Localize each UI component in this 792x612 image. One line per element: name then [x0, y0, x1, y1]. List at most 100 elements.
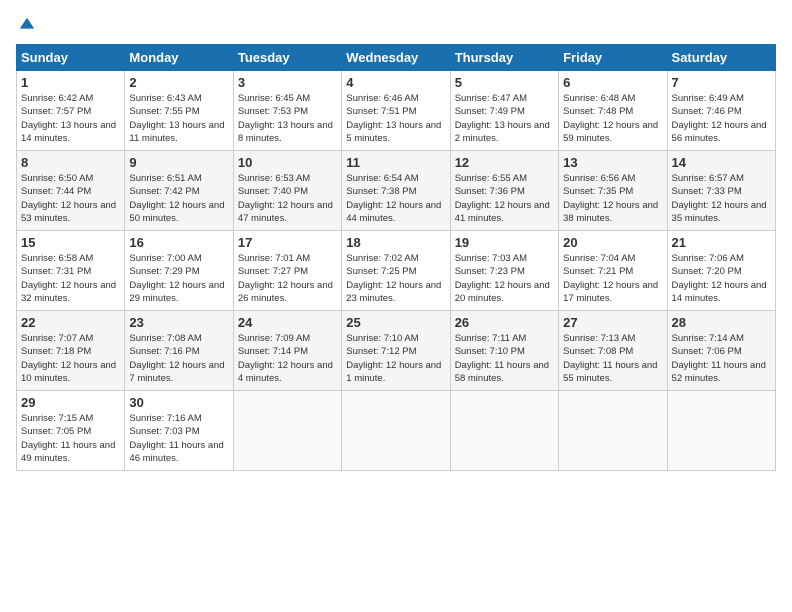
day-cell-8: 8 Sunrise: 6:50 AM Sunset: 7:44 PM Dayli… [17, 151, 125, 231]
daylight: Daylight: 12 hours and 1 minute. [346, 360, 441, 384]
day-header-friday: Friday [559, 45, 667, 71]
day-info: Sunrise: 7:10 AM Sunset: 7:12 PM Dayligh… [346, 332, 445, 385]
sunrise: Sunrise: 6:48 AM [563, 93, 635, 104]
page-header [16, 16, 776, 34]
empty-cell [233, 391, 341, 471]
sunrise: Sunrise: 7:03 AM [455, 253, 527, 264]
sunrise: Sunrise: 6:45 AM [238, 93, 310, 104]
day-number: 4 [346, 75, 445, 90]
sunrise: Sunrise: 7:06 AM [672, 253, 744, 264]
day-cell-16: 16 Sunrise: 7:00 AM Sunset: 7:29 PM Dayl… [125, 231, 233, 311]
daylight: Daylight: 12 hours and 44 minutes. [346, 200, 441, 224]
day-info: Sunrise: 6:57 AM Sunset: 7:33 PM Dayligh… [672, 172, 771, 225]
day-info: Sunrise: 6:43 AM Sunset: 7:55 PM Dayligh… [129, 92, 228, 145]
calendar-header: SundayMondayTuesdayWednesdayThursdayFrid… [17, 45, 776, 71]
day-number: 17 [238, 235, 337, 250]
daylight: Daylight: 12 hours and 50 minutes. [129, 200, 224, 224]
day-number: 10 [238, 155, 337, 170]
day-cell-28: 28 Sunrise: 7:14 AM Sunset: 7:06 PM Dayl… [667, 311, 775, 391]
day-cell-15: 15 Sunrise: 6:58 AM Sunset: 7:31 PM Dayl… [17, 231, 125, 311]
sunrise: Sunrise: 6:54 AM [346, 173, 418, 184]
sunrise: Sunrise: 7:07 AM [21, 333, 93, 344]
sunrise: Sunrise: 6:46 AM [346, 93, 418, 104]
day-info: Sunrise: 7:14 AM Sunset: 7:06 PM Dayligh… [672, 332, 771, 385]
day-number: 3 [238, 75, 337, 90]
sunrise: Sunrise: 6:56 AM [563, 173, 635, 184]
day-info: Sunrise: 6:50 AM Sunset: 7:44 PM Dayligh… [21, 172, 120, 225]
day-cell-12: 12 Sunrise: 6:55 AM Sunset: 7:36 PM Dayl… [450, 151, 558, 231]
sunset: Sunset: 7:48 PM [563, 106, 633, 117]
day-info: Sunrise: 6:48 AM Sunset: 7:48 PM Dayligh… [563, 92, 662, 145]
day-info: Sunrise: 6:53 AM Sunset: 7:40 PM Dayligh… [238, 172, 337, 225]
day-cell-3: 3 Sunrise: 6:45 AM Sunset: 7:53 PM Dayli… [233, 71, 341, 151]
sunrise: Sunrise: 7:14 AM [672, 333, 744, 344]
day-cell-4: 4 Sunrise: 6:46 AM Sunset: 7:51 PM Dayli… [342, 71, 450, 151]
sunset: Sunset: 7:18 PM [21, 346, 91, 357]
sunset: Sunset: 7:03 PM [129, 426, 199, 437]
daylight: Daylight: 12 hours and 20 minutes. [455, 280, 550, 304]
day-header-tuesday: Tuesday [233, 45, 341, 71]
sunrise: Sunrise: 7:10 AM [346, 333, 418, 344]
day-number: 19 [455, 235, 554, 250]
daylight: Daylight: 11 hours and 58 minutes. [455, 360, 549, 384]
sunrise: Sunrise: 6:58 AM [21, 253, 93, 264]
empty-cell [342, 391, 450, 471]
day-number: 21 [672, 235, 771, 250]
day-number: 22 [21, 315, 120, 330]
sunrise: Sunrise: 6:43 AM [129, 93, 201, 104]
day-cell-20: 20 Sunrise: 7:04 AM Sunset: 7:21 PM Dayl… [559, 231, 667, 311]
daylight: Daylight: 11 hours and 52 minutes. [672, 360, 766, 384]
sunset: Sunset: 7:57 PM [21, 106, 91, 117]
day-info: Sunrise: 7:16 AM Sunset: 7:03 PM Dayligh… [129, 412, 228, 465]
logo [16, 16, 36, 34]
day-number: 20 [563, 235, 662, 250]
day-cell-6: 6 Sunrise: 6:48 AM Sunset: 7:48 PM Dayli… [559, 71, 667, 151]
day-number: 15 [21, 235, 120, 250]
sunrise: Sunrise: 7:15 AM [21, 413, 93, 424]
sunset: Sunset: 7:49 PM [455, 106, 525, 117]
day-info: Sunrise: 6:47 AM Sunset: 7:49 PM Dayligh… [455, 92, 554, 145]
daylight: Daylight: 12 hours and 47 minutes. [238, 200, 333, 224]
day-cell-14: 14 Sunrise: 6:57 AM Sunset: 7:33 PM Dayl… [667, 151, 775, 231]
empty-cell [559, 391, 667, 471]
day-number: 11 [346, 155, 445, 170]
day-info: Sunrise: 7:01 AM Sunset: 7:27 PM Dayligh… [238, 252, 337, 305]
daylight: Daylight: 11 hours and 46 minutes. [129, 440, 223, 464]
day-number: 27 [563, 315, 662, 330]
day-number: 2 [129, 75, 228, 90]
day-info: Sunrise: 7:06 AM Sunset: 7:20 PM Dayligh… [672, 252, 771, 305]
day-header-wednesday: Wednesday [342, 45, 450, 71]
week-row-1: 1 Sunrise: 6:42 AM Sunset: 7:57 PM Dayli… [17, 71, 776, 151]
sunrise: Sunrise: 7:04 AM [563, 253, 635, 264]
sunrise: Sunrise: 7:01 AM [238, 253, 310, 264]
sunrise: Sunrise: 6:57 AM [672, 173, 744, 184]
sunset: Sunset: 7:25 PM [346, 266, 416, 277]
day-header-thursday: Thursday [450, 45, 558, 71]
daylight: Daylight: 12 hours and 7 minutes. [129, 360, 224, 384]
week-row-4: 22 Sunrise: 7:07 AM Sunset: 7:18 PM Dayl… [17, 311, 776, 391]
day-info: Sunrise: 7:07 AM Sunset: 7:18 PM Dayligh… [21, 332, 120, 385]
day-number: 7 [672, 75, 771, 90]
daylight: Daylight: 11 hours and 49 minutes. [21, 440, 115, 464]
day-number: 1 [21, 75, 120, 90]
day-number: 26 [455, 315, 554, 330]
daylight: Daylight: 13 hours and 5 minutes. [346, 120, 441, 144]
day-cell-30: 30 Sunrise: 7:16 AM Sunset: 7:03 PM Dayl… [125, 391, 233, 471]
day-cell-7: 7 Sunrise: 6:49 AM Sunset: 7:46 PM Dayli… [667, 71, 775, 151]
daylight: Daylight: 12 hours and 4 minutes. [238, 360, 333, 384]
daylight: Daylight: 12 hours and 32 minutes. [21, 280, 116, 304]
day-header-sunday: Sunday [17, 45, 125, 71]
daylight: Daylight: 12 hours and 53 minutes. [21, 200, 116, 224]
sunset: Sunset: 7:12 PM [346, 346, 416, 357]
day-cell-26: 26 Sunrise: 7:11 AM Sunset: 7:10 PM Dayl… [450, 311, 558, 391]
sunset: Sunset: 7:33 PM [672, 186, 742, 197]
sunrise: Sunrise: 7:09 AM [238, 333, 310, 344]
day-cell-18: 18 Sunrise: 7:02 AM Sunset: 7:25 PM Dayl… [342, 231, 450, 311]
day-info: Sunrise: 7:03 AM Sunset: 7:23 PM Dayligh… [455, 252, 554, 305]
daylight: Daylight: 12 hours and 29 minutes. [129, 280, 224, 304]
daylight: Daylight: 12 hours and 23 minutes. [346, 280, 441, 304]
day-number: 28 [672, 315, 771, 330]
sunrise: Sunrise: 7:13 AM [563, 333, 635, 344]
sunset: Sunset: 7:36 PM [455, 186, 525, 197]
day-info: Sunrise: 6:42 AM Sunset: 7:57 PM Dayligh… [21, 92, 120, 145]
